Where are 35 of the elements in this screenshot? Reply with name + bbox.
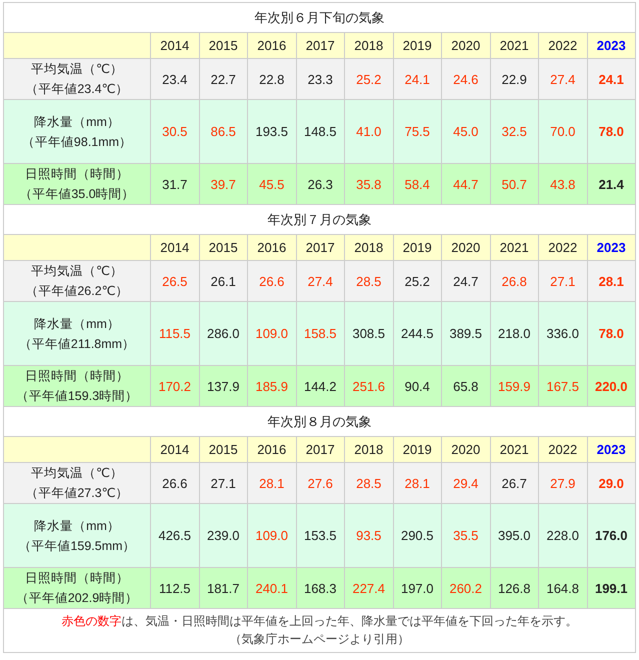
year-header: 2023 xyxy=(587,32,636,58)
year-header: 2016 xyxy=(248,234,296,260)
year-header: 2015 xyxy=(199,234,248,260)
year-header: 2017 xyxy=(296,32,344,58)
year-header: 2020 xyxy=(442,32,490,58)
year-header: 2022 xyxy=(538,436,587,462)
legend-note: 赤色の数字は、気温・日照時間は平年値を上回った年、降水量では平年値を下回った年を示す。 xyxy=(60,613,578,630)
year-header: 2022 xyxy=(538,234,587,260)
year-header: 2015 xyxy=(199,32,248,58)
section-title: 年次別８月の気象 xyxy=(4,406,636,436)
year-header: 2020 xyxy=(442,436,490,462)
year-header: 2019 xyxy=(393,234,442,260)
year-header: 2021 xyxy=(490,234,538,260)
section-title: 年次別７月の気象 xyxy=(4,204,636,234)
year-header: 2014 xyxy=(150,32,199,58)
year-header: 2023 xyxy=(587,436,636,462)
year-header: 2016 xyxy=(248,32,296,58)
year-header: 2023 xyxy=(587,234,636,260)
source-note: （気象庁ホームページより引用） xyxy=(228,631,410,648)
year-header: 2022 xyxy=(538,32,587,58)
year-header: 2021 xyxy=(490,436,538,462)
year-header: 2017 xyxy=(296,436,344,462)
year-header: 2017 xyxy=(296,234,344,260)
year-header: 2015 xyxy=(199,436,248,462)
year-header: 2014 xyxy=(150,436,199,462)
section-title: 年次別６月下旬の気象 xyxy=(4,2,636,32)
year-header: 2018 xyxy=(344,234,393,260)
year-header: 2018 xyxy=(344,436,393,462)
year-header: 2019 xyxy=(393,32,442,58)
year-header: 2021 xyxy=(490,32,538,58)
year-header: 2016 xyxy=(248,436,296,462)
year-header: 2019 xyxy=(393,436,442,462)
year-header: 2018 xyxy=(344,32,393,58)
year-header: 2014 xyxy=(150,234,199,260)
year-header: 2020 xyxy=(442,234,490,260)
